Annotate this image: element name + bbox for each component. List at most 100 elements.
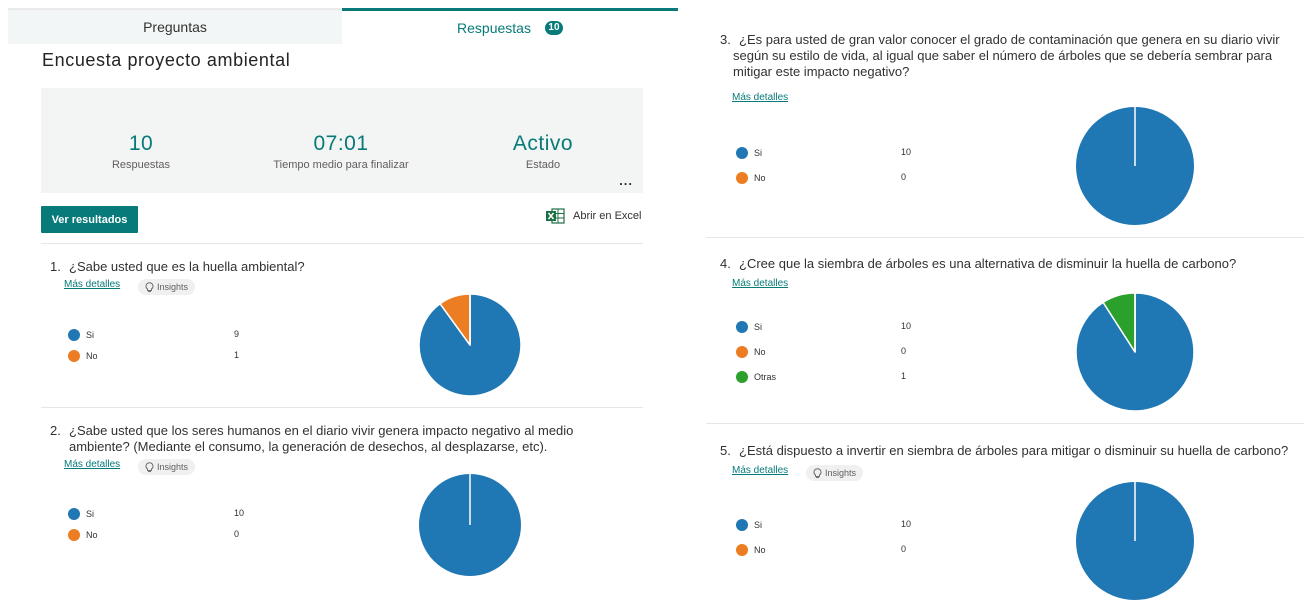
insights-button[interactable]: Insights <box>138 279 196 295</box>
legend-label: No <box>86 530 98 540</box>
pie-chart <box>1075 292 1195 412</box>
legend-dot-si <box>68 508 80 520</box>
legend-label: No <box>754 347 766 357</box>
legend-count: 10 <box>901 147 912 157</box>
right-panel: 3. ¿Es para usted de gran valor conocer e… <box>706 0 1304 607</box>
excel-icon <box>546 208 565 224</box>
stat-responses-label: Respuestas <box>111 159 171 171</box>
question-text: 3. ¿Es para usted de gran valor conocer e… <box>720 32 1300 80</box>
view-results-label: Ver resultados <box>51 213 128 226</box>
pie-chart <box>1076 107 1194 225</box>
stat-responses: 10 Respuestas <box>41 132 241 171</box>
insights-button[interactable]: Insights <box>806 465 864 481</box>
question-card-3: 3. ¿Es para usted de gran valor conocer e… <box>720 32 1304 228</box>
legend-count: 0 <box>901 172 907 182</box>
legend-label: Si <box>754 322 763 332</box>
legend-item-no: No <box>736 172 766 184</box>
more-details-link[interactable]: Más detalles <box>64 279 120 290</box>
question-number: 1. <box>50 259 61 274</box>
tab-responses[interactable]: Respuestas 10 <box>342 8 678 44</box>
question-card-2: 2. ¿Sabe usted que los seres humanos en e… <box>50 423 650 583</box>
insights-button[interactable]: Insights <box>138 459 196 475</box>
legend-item-no: No <box>68 350 98 362</box>
legend-count: 10 <box>901 321 912 331</box>
more-options-button[interactable]: ... <box>619 173 633 188</box>
legend-label: Si <box>754 520 763 530</box>
legend-dot-otras <box>736 371 748 383</box>
legend-dot-no <box>736 172 748 184</box>
open-in-excel-label: Abrir en Excel <box>573 210 642 222</box>
insights-label: Insights <box>157 282 189 292</box>
question-title: ¿Cree que la siembra de árboles es una a… <box>739 256 1237 271</box>
legend-dot-si <box>736 321 748 333</box>
legend-item-otras: Otras <box>736 371 776 383</box>
legend-count: 0 <box>234 529 240 539</box>
more-details-link[interactable]: Más detalles <box>732 465 788 476</box>
question-title: ¿Sabe usted que es la huella ambiental? <box>69 259 305 274</box>
legend-count: 0 <box>901 346 907 356</box>
legend-count: 1 <box>234 350 240 360</box>
stat-avg-time-value: 07:01 <box>313 132 369 155</box>
question-card-4: 4. ¿Cree que la siembra de árboles es una… <box>720 256 1304 416</box>
insights-label: Insights <box>825 468 857 478</box>
stat-responses-value: 10 <box>128 132 154 155</box>
divider <box>706 237 1304 238</box>
more-details-link[interactable]: Más detalles <box>732 92 788 103</box>
divider <box>706 423 1304 424</box>
legend-count: 10 <box>234 508 245 518</box>
legend-item-si: Si <box>736 519 762 531</box>
question-number: 2. <box>50 423 61 438</box>
pie-chart <box>419 474 521 576</box>
tab-questions[interactable]: Preguntas <box>8 8 342 44</box>
legend-label: Si <box>86 509 95 519</box>
question-title: ¿Es para usted de gran valor conocer el … <box>733 32 1280 79</box>
question-text: 4. ¿Cree que la siembra de árboles es una… <box>720 256 1304 272</box>
summary-panel: 10 Respuestas 07:01 Tiempo medio para fi… <box>41 88 643 193</box>
legend-label: Otras <box>754 372 777 382</box>
view-results-button[interactable]: Ver resultados <box>41 206 138 233</box>
legend-dot-no <box>68 529 80 541</box>
question-card-1: 1. ¿Sabe usted que es la huella ambiental… <box>50 259 650 399</box>
question-card-5: 5. ¿Está dispuesto a invertir en siembra … <box>720 443 1304 605</box>
tab-bar: Preguntas Respuestas 10 <box>8 8 678 44</box>
divider <box>41 243 643 244</box>
question-title: ¿Sabe usted que los seres humanos en el … <box>69 423 574 454</box>
legend-item-si: Si <box>68 508 94 520</box>
legend-item-no: No <box>68 529 98 541</box>
legend-dot-no <box>736 346 748 358</box>
stat-status-label: Estado <box>525 159 561 171</box>
question-title: ¿Está dispuesto a invertir en siembra de… <box>739 443 1289 458</box>
legend-item-si: Si <box>68 329 94 341</box>
pie-chart <box>418 293 522 397</box>
open-in-excel-link[interactable]: Abrir en Excel <box>546 208 641 224</box>
lightbulb-icon <box>813 467 822 478</box>
stat-status: Activo Estado <box>443 132 643 171</box>
legend-dot-si <box>736 519 748 531</box>
legend-dot-no <box>736 544 748 556</box>
legend-count: 1 <box>901 371 907 381</box>
legend-item-si: Si <box>736 321 762 333</box>
legend-label: No <box>754 173 766 183</box>
stat-avg-time: 07:01 Tiempo medio para finalizar <box>241 132 441 171</box>
question-number: 3. <box>720 32 731 47</box>
question-number: 4. <box>720 256 731 271</box>
left-panel: Preguntas Respuestas 10 Encuesta proyect… <box>0 0 680 607</box>
pie-chart <box>1076 482 1194 600</box>
legend-label: Si <box>86 330 95 340</box>
legend-label: Si <box>754 148 763 158</box>
legend-count: 10 <box>901 519 912 529</box>
lightbulb-icon <box>145 461 154 472</box>
legend-label: No <box>86 351 98 361</box>
insights-label: Insights <box>157 462 189 472</box>
form-title: Encuesta proyecto ambiental <box>42 50 291 70</box>
tab-questions-label: Preguntas <box>143 19 207 35</box>
stat-avg-time-label: Tiempo medio para finalizar <box>273 159 409 171</box>
legend-item-no: No <box>736 346 766 358</box>
legend-dot-no <box>68 350 80 362</box>
legend-label: No <box>754 545 766 555</box>
lightbulb-icon <box>145 281 154 292</box>
more-details-link[interactable]: Más detalles <box>64 459 120 470</box>
question-text: 1. ¿Sabe usted que es la huella ambiental… <box>50 259 650 275</box>
more-details-link[interactable]: Más detalles <box>732 278 788 289</box>
divider <box>41 407 643 408</box>
